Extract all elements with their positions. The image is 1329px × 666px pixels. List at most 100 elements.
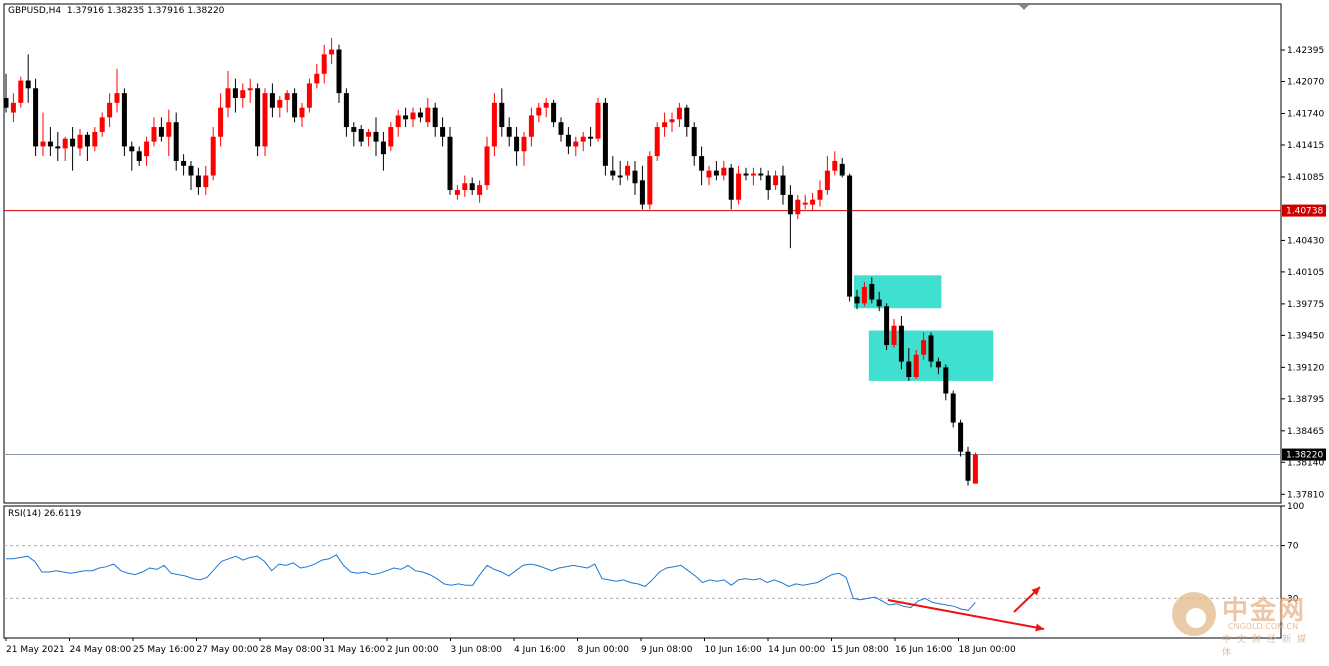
candle-body (706, 170, 712, 178)
candle-body (654, 127, 660, 157)
candle-body (10, 102, 16, 113)
candle-body (203, 175, 209, 188)
candle-body (743, 173, 749, 176)
candle-body (625, 165, 631, 176)
candle-body (62, 138, 68, 149)
candle-body (18, 80, 24, 103)
candle-body (195, 175, 201, 188)
candle-body (47, 141, 53, 147)
candle-body (972, 454, 978, 484)
x-tick-label: 31 May 16:00 (324, 645, 386, 655)
x-tick-label: 10 Jun 16:00 (705, 645, 762, 655)
candle-body (536, 107, 542, 116)
current-price-label: 1.38220 (1286, 451, 1323, 461)
candle-body (314, 73, 320, 84)
candle-body (77, 134, 83, 149)
chart-header: GBPUSD,H4 1.37916 1.38235 1.37916 1.3822… (8, 6, 224, 16)
candle-body (580, 136, 586, 142)
candle-body (765, 175, 771, 191)
ohlc-high: 1.38235 (107, 6, 145, 16)
candle-body (854, 296, 860, 304)
candle-body (151, 127, 157, 142)
candle-body (491, 102, 497, 147)
candle-body (787, 194, 793, 215)
candle-body (847, 175, 853, 297)
candle-body (758, 173, 764, 176)
candle-body (477, 185, 483, 195)
rsi-tick-label: 70 (1287, 542, 1299, 552)
candle-body (839, 163, 845, 176)
candle-body (736, 173, 742, 200)
candle-body (188, 165, 194, 176)
candle-body (395, 115, 401, 128)
candle-body (810, 199, 816, 205)
candle-body (158, 127, 164, 137)
candle-body (84, 134, 90, 147)
x-tick-label: 25 May 16:00 (133, 645, 195, 655)
candle-body (728, 167, 734, 200)
y-tick-label: 1.40105 (1287, 268, 1324, 278)
candle-body (173, 122, 179, 161)
candle-body (617, 175, 623, 178)
candle-body (232, 88, 238, 98)
candle-body (218, 107, 224, 137)
candle-body (70, 138, 76, 147)
rsi-plot-frame (3, 505, 1282, 639)
candle-body (514, 136, 520, 152)
ohlc-close: 1.38220 (187, 6, 225, 16)
candle-body (166, 122, 172, 137)
candle-body (329, 49, 335, 55)
y-tick-label: 1.39450 (1287, 331, 1324, 341)
candle-body (602, 102, 608, 166)
highlight-zone (854, 275, 942, 309)
candle-body (343, 93, 349, 128)
y-tick-label: 1.41415 (1287, 141, 1324, 151)
candle-body (935, 361, 941, 368)
candle-body (336, 49, 342, 94)
candle-body (410, 112, 416, 120)
candle-body (484, 146, 490, 186)
y-tick-label: 1.37810 (1287, 490, 1324, 500)
candle-body (817, 190, 823, 200)
candle-body (891, 325, 897, 346)
y-tick-label: 1.38465 (1287, 427, 1324, 437)
candle-body (773, 175, 779, 186)
candle-body (713, 170, 719, 176)
ohlc-open: 1.37916 (66, 6, 105, 16)
rsi-header: RSI(14) 26.6119 (8, 509, 82, 519)
candle-body (898, 325, 904, 362)
candle-body (299, 107, 305, 118)
candle-body (506, 127, 512, 137)
x-tick-label: 9 Jun 08:00 (641, 645, 693, 655)
main-plot-frame (3, 3, 1282, 504)
y-tick-label: 1.38795 (1287, 395, 1324, 405)
candle-body (33, 88, 39, 147)
chart-svg: 1.42395 1.42070 1.41740 1.41415 1.41085 1.404… (3, 3, 1326, 655)
y-tick-label: 1.40430 (1287, 236, 1324, 246)
candle-body (129, 146, 135, 152)
symbol-label: GBPUSD,H4 (8, 6, 62, 16)
candle-body (558, 122, 564, 135)
candle-body (802, 202, 808, 205)
candle-body (417, 112, 423, 118)
x-tick-label: 8 Jun 00:00 (578, 645, 630, 655)
candle-body (565, 134, 571, 147)
candle-body (262, 93, 268, 147)
x-tick-label: 16 Jun 16:00 (895, 645, 952, 655)
ohlc-low: 1.37916 (147, 6, 185, 16)
candle-body (92, 131, 98, 147)
candle-body (469, 183, 475, 191)
candle-body (25, 80, 31, 89)
candle-body (869, 284, 875, 300)
candle-body (292, 93, 298, 118)
y-tick-label: 1.42070 (1287, 78, 1324, 88)
candle-body (99, 117, 105, 132)
candle-body (240, 90, 246, 98)
candle-body (943, 367, 949, 394)
candle-body (3, 97, 9, 108)
candle-body (351, 127, 357, 132)
x-tick-label: 3 Jun 08:00 (451, 645, 503, 655)
candle-body (795, 199, 801, 215)
candle-body (573, 141, 579, 147)
candle-body (499, 102, 505, 128)
